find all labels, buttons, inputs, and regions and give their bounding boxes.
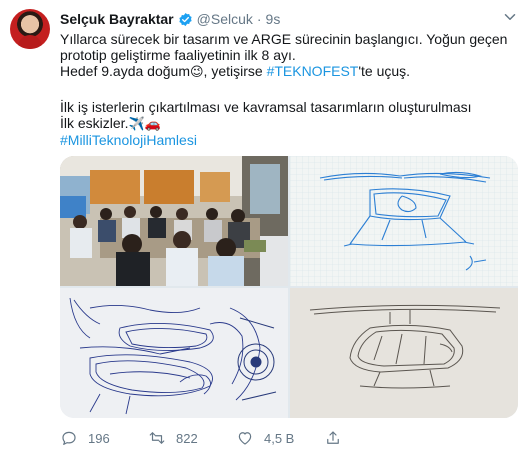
author-handle[interactable]: @Selcuk [197, 11, 253, 27]
share-icon[interactable] [324, 429, 342, 447]
tweet-line-2: prototip geliştirme faaliyetinin ilk 8 a… [60, 47, 296, 63]
photo-meeting-room[interactable] [60, 156, 288, 286]
retweet-action[interactable]: 822 [148, 429, 236, 447]
reply-count: 196 [88, 430, 110, 446]
tweet-actions: 196 822 4,5 B [60, 428, 520, 448]
retweet-icon[interactable] [148, 429, 166, 447]
retweet-count: 822 [176, 430, 198, 446]
line3-middle: , yetişirse [203, 63, 267, 79]
author-name[interactable]: Selçuk Bayraktar [60, 11, 174, 27]
tweet-line-3: Hedef 9.ayda doğum😉, yetişirse #TEKNOFES… [60, 63, 520, 80]
photo-blue-sketch[interactable] [290, 156, 518, 286]
like-icon[interactable] [236, 429, 254, 447]
tweet-line-6: #MilliTeknolojiHamlesi [60, 132, 520, 148]
more-chevron-icon[interactable] [501, 8, 519, 26]
tweet-card[interactable]: Selçuk Bayraktar @Selcuk · 9s Yıllarca s… [0, 0, 529, 456]
plane-car-emoji: ✈️🚗 [128, 116, 161, 131]
tweet-line-1: Yıllarca sürecek bir tasarım ve ARGE sür… [60, 31, 508, 47]
separator-dot: · [256, 11, 262, 27]
media-grid [60, 156, 518, 418]
verified-badge-icon [179, 12, 192, 26]
line5-prefix: İlk eskizler. [60, 115, 129, 131]
line3-prefix: Hedef 9.ayda doğum [60, 63, 190, 79]
photo-pen-sketches[interactable] [60, 288, 288, 418]
photo-pencil-sketch[interactable] [290, 288, 518, 418]
tweet-timestamp[interactable]: 9s [266, 11, 281, 27]
tweet-text: Yıllarca sürecek bir tasarım ve ARGE sür… [60, 31, 520, 148]
avatar[interactable] [10, 9, 50, 49]
tweet-header: Selçuk Bayraktar @Selcuk · 9s [60, 10, 280, 28]
like-count: 4,5 B [264, 430, 295, 446]
reply-icon[interactable] [60, 429, 78, 447]
wink-emoji: 😉 [189, 64, 204, 79]
share-action[interactable] [324, 429, 412, 447]
tweet-line-4: İlk iş isterlerin çıkartılması ve kavram… [60, 99, 472, 115]
reply-action[interactable]: 196 [60, 429, 148, 447]
hashtag-milli-teknoloji[interactable]: #MilliTeknolojiHamlesi [60, 132, 197, 148]
tweet-line-5: İlk eskizler.✈️🚗 [60, 115, 520, 132]
like-action[interactable]: 4,5 B [236, 429, 324, 447]
hashtag-teknofest[interactable]: #TEKNOFEST [267, 63, 359, 79]
line3-suffix: 'te uçuş. [358, 63, 411, 79]
